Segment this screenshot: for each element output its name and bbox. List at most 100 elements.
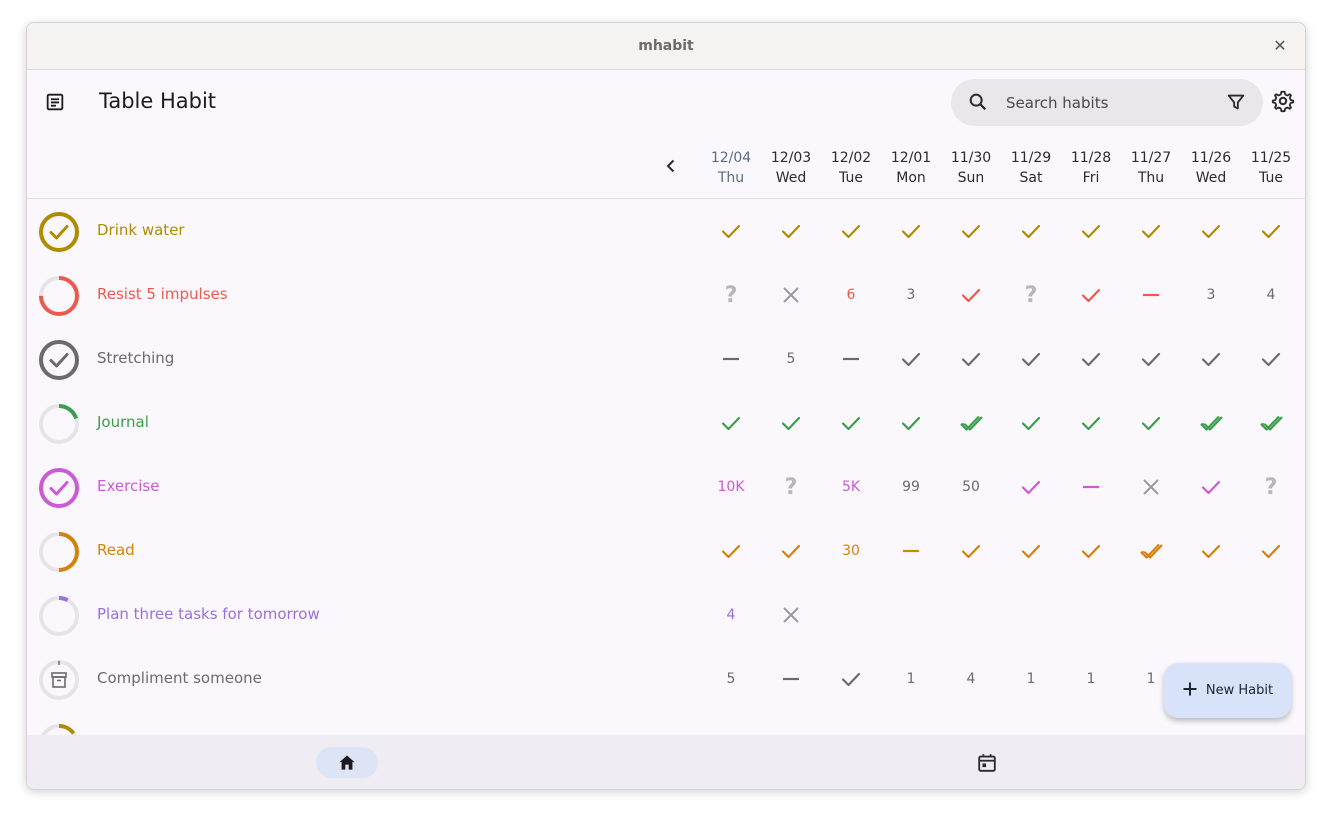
calendar-icon[interactable] (972, 747, 1002, 778)
check-icon[interactable] (1241, 536, 1301, 566)
double-check-icon[interactable] (1121, 536, 1181, 566)
close-icon[interactable]: ✕ (1271, 37, 1289, 55)
unknown-mark[interactable]: ? (1001, 280, 1061, 310)
check-icon[interactable] (701, 536, 761, 566)
cell-value[interactable]: 99 (881, 472, 941, 502)
habit-row[interactable]: Compliment someone 5 1 4 1 1 1 (27, 647, 1305, 711)
habit-name[interactable]: Resist 5 impulses (97, 285, 228, 303)
dash-icon[interactable] (821, 344, 881, 374)
unknown-mark[interactable]: ? (761, 472, 821, 502)
cell-value[interactable]: 5K (821, 472, 881, 502)
notes-icon[interactable] (41, 88, 69, 116)
check-icon[interactable] (701, 216, 761, 246)
home-icon[interactable] (316, 747, 378, 778)
check-icon[interactable] (1121, 344, 1181, 374)
check-icon[interactable] (941, 280, 1001, 310)
cell-value[interactable]: 1 (881, 664, 941, 694)
check-icon[interactable] (1241, 344, 1301, 374)
check-icon[interactable] (1061, 344, 1121, 374)
habit-name[interactable]: Stretching (97, 349, 174, 367)
cell-value[interactable]: 1 (1061, 664, 1121, 694)
search-input[interactable] (1006, 91, 1206, 115)
check-icon[interactable] (701, 408, 761, 438)
cell-value[interactable]: 5 (701, 664, 761, 694)
check-icon[interactable] (761, 536, 821, 566)
cell-value[interactable]: 50 (941, 472, 1001, 502)
dash-icon[interactable] (701, 344, 761, 374)
check-icon[interactable] (1061, 280, 1121, 310)
habit-row[interactable]: Stretching 5 (27, 327, 1305, 391)
cell-value[interactable]: 5 (761, 344, 821, 374)
x-icon[interactable] (1121, 472, 1181, 502)
check-icon[interactable] (1181, 344, 1241, 374)
check-icon[interactable] (1061, 216, 1121, 246)
check-icon[interactable] (1241, 216, 1301, 246)
unknown-mark[interactable]: ? (701, 280, 761, 310)
cell-value[interactable]: 1 (1001, 664, 1061, 694)
dash-icon[interactable] (1061, 472, 1121, 502)
new-habit-button[interactable]: New Habit (1164, 663, 1291, 718)
cell-value[interactable]: 4 (941, 664, 1001, 694)
check-icon[interactable] (821, 664, 881, 694)
habit-row[interactable]: Resist 5 impulses? 6 3? 3 4 (27, 263, 1305, 327)
check-icon[interactable] (1061, 536, 1121, 566)
habit-list[interactable]: Drink water Resist 5 impulses? 6 3? 3 4 Stretc… (27, 199, 1305, 735)
search-bar[interactable] (951, 79, 1263, 126)
check-icon[interactable] (1001, 408, 1061, 438)
x-icon[interactable] (761, 600, 821, 630)
check-icon[interactable] (1061, 408, 1121, 438)
double-check-icon[interactable] (1181, 408, 1241, 438)
habit-row[interactable]: Journal (27, 391, 1305, 455)
check-icon[interactable] (881, 408, 941, 438)
check-icon[interactable] (1121, 216, 1181, 246)
cell-value[interactable]: 4 (1241, 280, 1301, 310)
cell-value[interactable]: 6 (821, 280, 881, 310)
check-icon[interactable] (1001, 536, 1061, 566)
habit-name[interactable]: Journal (97, 413, 149, 431)
habit-row[interactable]: Drink water (27, 199, 1305, 263)
double-check-icon[interactable] (1241, 408, 1301, 438)
cell-value[interactable]: 10K (701, 472, 761, 502)
habit-row[interactable] (27, 711, 1305, 735)
check-icon[interactable] (941, 216, 1001, 246)
habit-row[interactable]: Plan three tasks for tomorrow 4 (27, 583, 1305, 647)
dash-icon[interactable] (881, 536, 941, 566)
unknown-mark[interactable]: ? (1241, 472, 1301, 502)
check-icon[interactable] (941, 344, 1001, 374)
cell-value[interactable]: 3 (881, 280, 941, 310)
cell-value[interactable]: 30 (821, 536, 881, 566)
habit-name[interactable]: Drink water (97, 221, 185, 239)
cell-value[interactable]: 4 (701, 600, 761, 630)
check-icon[interactable] (761, 216, 821, 246)
x-icon[interactable] (761, 280, 821, 310)
check-icon[interactable] (1181, 536, 1241, 566)
habit-name[interactable]: Compliment someone (97, 669, 262, 687)
check-icon[interactable] (1181, 472, 1241, 502)
date-label: 11/26 (1190, 150, 1232, 166)
filter-icon[interactable] (1225, 91, 1247, 117)
chevron-left-icon[interactable] (659, 154, 683, 178)
search-icon[interactable] (967, 91, 989, 117)
habit-name[interactable]: Read (97, 541, 135, 559)
check-icon[interactable] (1001, 216, 1061, 246)
check-icon[interactable] (1181, 216, 1241, 246)
check-icon[interactable] (881, 216, 941, 246)
dash-icon[interactable] (1121, 280, 1181, 310)
dash-icon[interactable] (761, 664, 821, 694)
check-icon[interactable] (941, 536, 1001, 566)
progress-ring-icon (37, 274, 81, 318)
check-icon[interactable] (761, 408, 821, 438)
check-icon[interactable] (881, 344, 941, 374)
habit-row[interactable]: Exercise 10K? 5K 99 50? (27, 455, 1305, 519)
check-icon[interactable] (821, 216, 881, 246)
check-icon[interactable] (821, 408, 881, 438)
habit-row[interactable]: Read 30 (27, 519, 1305, 583)
check-icon[interactable] (1121, 408, 1181, 438)
cell-value[interactable]: 3 (1181, 280, 1241, 310)
double-check-icon[interactable] (941, 408, 1001, 438)
habit-name[interactable]: Plan three tasks for tomorrow (97, 605, 320, 623)
gear-icon[interactable] (1271, 89, 1295, 117)
check-icon[interactable] (1001, 344, 1061, 374)
check-icon[interactable] (1001, 472, 1061, 502)
habit-name[interactable]: Exercise (97, 477, 159, 495)
